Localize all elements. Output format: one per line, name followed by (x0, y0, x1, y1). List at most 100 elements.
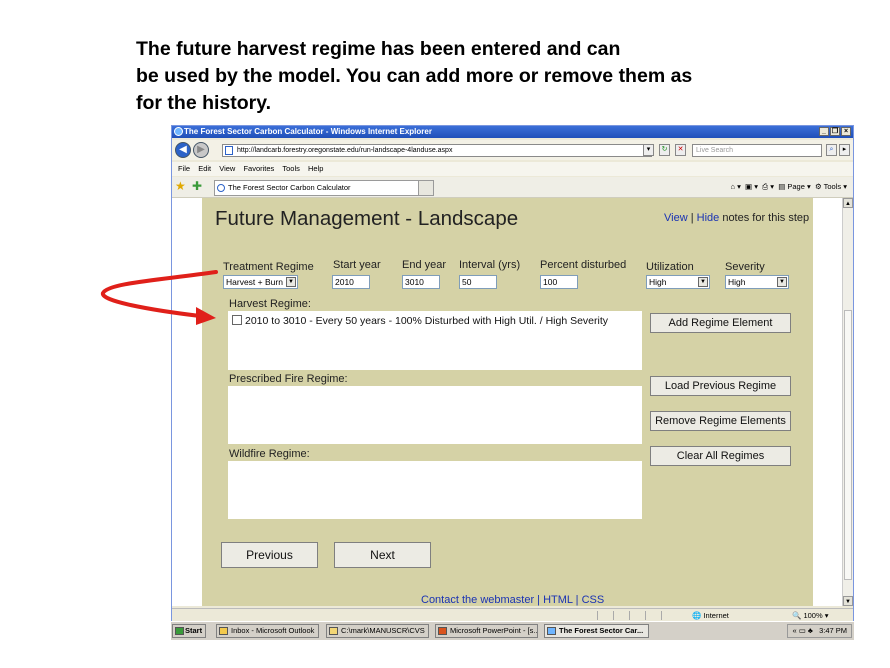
menu-favorites[interactable]: Favorites (243, 164, 274, 173)
start-button[interactable]: Start (172, 624, 206, 638)
favorites-row: ★ ✚ The Forest Sector Carbon Calculator … (172, 177, 853, 198)
notes-text: notes for this step (719, 212, 810, 224)
address-dropdown-icon[interactable]: ▾ (643, 144, 654, 156)
chevron-down-icon: ▼ (777, 277, 787, 287)
scroll-up-icon[interactable]: ▲ (843, 198, 853, 208)
window-titlebar: The Forest Sector Carbon Calculator - Wi… (172, 126, 853, 138)
severity-select[interactable]: High ▼ (725, 275, 789, 289)
previous-button[interactable]: Previous (221, 542, 318, 568)
utilization-select[interactable]: High ▼ (646, 275, 710, 289)
forward-button[interactable]: ▶ (193, 142, 209, 158)
close-button[interactable]: × (841, 127, 851, 136)
tab-title: The Forest Sector Carbon Calculator (228, 183, 351, 192)
new-tab-button[interactable] (418, 180, 434, 196)
home-icon[interactable]: ⌂ ▾ (730, 182, 740, 191)
utilization-value: High (649, 277, 667, 287)
footer-links[interactable]: Contact the webmaster | HTML | CSS (421, 594, 604, 606)
clear-all-regimes-button[interactable]: Clear All Regimes (650, 446, 791, 466)
taskbar-item-label: The Forest Sector Car... (559, 626, 644, 635)
treatment-regime-label: Treatment Regime (223, 261, 314, 273)
chevron-down-icon: ▼ (698, 277, 708, 287)
menu-bar: File Edit View Favorites Tools Help (172, 162, 853, 176)
refresh-icon[interactable]: ↻ (659, 144, 670, 156)
scroll-thumb[interactable] (844, 310, 852, 580)
window-controls: _ ❐ × (819, 127, 851, 136)
treatment-regime-select[interactable]: Harvest + Burn ▼ (223, 275, 298, 289)
address-bar[interactable]: http://landcarb.forestry.oregonstate.edu… (222, 144, 652, 157)
tab-forest-carbon[interactable]: The Forest Sector Carbon Calculator (214, 180, 419, 196)
slide-heading: The future harvest regime has been enter… (136, 36, 836, 117)
taskbar-item-ie[interactable]: The Forest Sector Car... (544, 624, 649, 638)
status-segment (645, 611, 660, 620)
system-tray: « ▭ ♣ 3:47 PM (787, 624, 852, 638)
add-regime-element-button[interactable]: Add Regime Element (650, 313, 791, 333)
prescribed-fire-list[interactable] (228, 386, 642, 444)
menu-view[interactable]: View (219, 164, 235, 173)
heading-line-2: be used by the model. You can add more o… (136, 65, 693, 87)
status-segment (661, 611, 676, 620)
browser-window: The Forest Sector Carbon Calculator - Wi… (171, 125, 854, 638)
taskbar-item-outlook[interactable]: Inbox - Microsoft Outlook (216, 624, 319, 638)
status-segment (597, 611, 612, 620)
feeds-icon[interactable]: ▣ ▾ (743, 182, 758, 191)
print-icon[interactable]: ⎙ ▾ (760, 182, 774, 191)
tools-menu[interactable]: ⚙ Tools ▾ (813, 182, 847, 191)
menu-tools[interactable]: Tools (282, 164, 300, 173)
stop-icon[interactable]: ✕ (675, 144, 686, 156)
heading-line-3: for the history. (136, 92, 272, 114)
command-bar: ⌂ ▾ ▣ ▾ ⎙ ▾ ▤ Page ▾ ⚙ Tools ▾ (730, 181, 847, 193)
status-segment (629, 611, 644, 620)
minimize-button[interactable]: _ (819, 127, 829, 136)
back-button[interactable]: ◀ (175, 142, 191, 158)
search-icon[interactable]: ⌕ (826, 144, 837, 156)
page-menu[interactable]: ▤ Page ▾ (776, 182, 811, 191)
status-bar: 🌐 Internet 🔍 100% ▾ (172, 608, 853, 622)
folder-icon (329, 627, 338, 635)
menu-help[interactable]: Help (308, 164, 323, 173)
taskbar: Start Inbox - Microsoft Outlook C:\mark\… (171, 621, 854, 640)
remove-regime-elements-button[interactable]: Remove Regime Elements (650, 411, 791, 431)
address-row: ◀ ▶ http://landcarb.forestry.oregonstate… (172, 140, 853, 160)
menu-edit[interactable]: Edit (198, 164, 211, 173)
restore-button[interactable]: ❐ (830, 127, 840, 136)
percent-disturbed-label: Percent disturbed (540, 259, 627, 271)
end-year-input[interactable]: 3010 (402, 275, 440, 289)
taskbar-item-label: Microsoft PowerPoint - [s... (450, 626, 538, 635)
heading-line-1: The future harvest regime has been enter… (136, 38, 621, 60)
page-scrollbar[interactable]: ▲ ▼ (842, 198, 853, 606)
notes-separator: | (687, 212, 697, 224)
hide-notes-link[interactable]: Hide (697, 212, 720, 224)
next-button[interactable]: Next (334, 542, 431, 568)
start-year-input[interactable]: 2010 (332, 275, 370, 289)
add-favorite-icon[interactable]: ✚ (192, 180, 202, 192)
favorites-star-icon[interactable]: ★ (175, 180, 186, 192)
end-year-label: End year (402, 259, 447, 271)
load-previous-regime-button[interactable]: Load Previous Regime (650, 376, 791, 396)
window-title: The Forest Sector Carbon Calculator - Wi… (184, 127, 432, 136)
percent-disturbed-input[interactable]: 100 (540, 275, 578, 289)
start-year-label: Start year (333, 259, 381, 271)
ie-icon (547, 627, 556, 635)
wildfire-list[interactable] (228, 461, 642, 519)
taskbar-item-label: Inbox - Microsoft Outlook (231, 626, 315, 635)
menu-file[interactable]: File (178, 164, 190, 173)
outlook-icon (219, 627, 228, 635)
scroll-down-icon[interactable]: ▼ (843, 596, 853, 606)
tray-icons[interactable]: « ▭ ♣ (792, 626, 814, 635)
prescribed-fire-label: Prescribed Fire Regime: (229, 373, 348, 385)
harvest-regime-entry[interactable]: 2010 to 3010 - Every 50 years - 100% Dis… (232, 315, 608, 327)
page-title: Future Management - Landscape (215, 207, 519, 230)
status-segment (613, 611, 628, 620)
clock: 3:47 PM (819, 626, 847, 635)
page-icon (225, 146, 233, 155)
interval-input[interactable]: 50 (459, 275, 497, 289)
entry-checkbox[interactable] (232, 315, 242, 325)
taskbar-item-folder[interactable]: C:\mark\MANUSCR\CVS (326, 624, 429, 638)
view-notes-link[interactable]: View (664, 212, 688, 224)
interval-label: Interval (yrs) (459, 259, 521, 271)
search-options-icon[interactable]: ▸ (839, 144, 850, 156)
search-input[interactable]: Live Search (692, 144, 822, 157)
severity-label: Severity (725, 261, 765, 273)
harvest-entry-text: 2010 to 3010 - Every 50 years - 100% Dis… (245, 315, 609, 327)
taskbar-item-powerpoint[interactable]: Microsoft PowerPoint - [s... (435, 624, 538, 638)
